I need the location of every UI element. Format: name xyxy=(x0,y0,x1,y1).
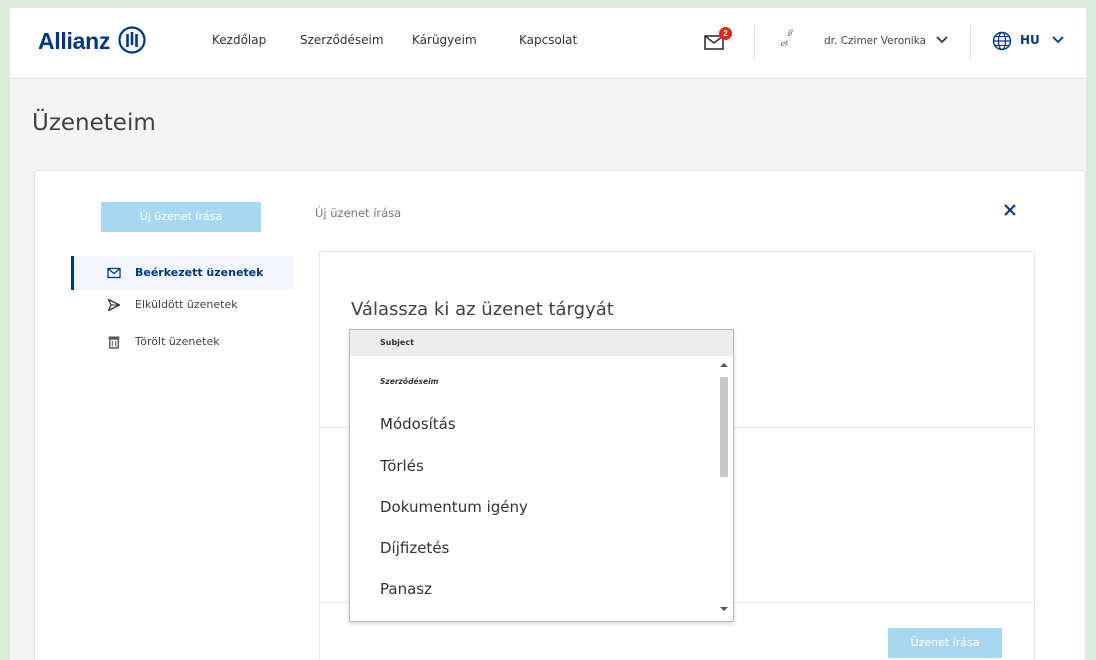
dropdown-option[interactable]: Törlés xyxy=(380,457,424,475)
page-title: Üzeneteim xyxy=(32,110,156,136)
user-avatar-signature: ℊ ℯℓ xyxy=(780,27,794,48)
header-divider xyxy=(754,25,755,59)
globe-icon[interactable] xyxy=(992,31,1012,51)
nav-kapcsolat[interactable]: Kapcsolat xyxy=(519,33,577,47)
allianz-logo-text[interactable]: Allianz xyxy=(38,28,110,55)
sidebar-item-inbox[interactable]: Beérkezett üzenetek xyxy=(71,256,294,290)
dropdown-group-label: Szerződéseim xyxy=(380,377,439,386)
nav-karugyeim[interactable]: Kárügyeim xyxy=(412,33,477,47)
top-header: Allianz Kezdőlap Szerződéseim Kárügyeim … xyxy=(10,8,1086,79)
user-name[interactable]: dr. Czimer Veronika xyxy=(824,35,926,47)
sidebar-item-label: Törölt üzenetek xyxy=(135,335,220,348)
dropdown-option[interactable]: Módosítás xyxy=(380,415,456,433)
send-icon xyxy=(107,298,121,312)
header-divider xyxy=(970,25,971,59)
envelope-icon xyxy=(107,267,121,279)
language-selector[interactable]: HU xyxy=(1020,33,1040,47)
scrollbar-thumb[interactable] xyxy=(720,377,728,477)
dropdown-option[interactable]: Dokumentum igény xyxy=(380,498,528,516)
dropdown-option[interactable]: Panasz xyxy=(380,580,432,598)
sidebar-item-deleted[interactable]: Törölt üzenetek xyxy=(71,335,291,369)
sidebar-item-label: Elküldött üzenetek xyxy=(135,298,238,311)
unread-badge: 2 xyxy=(719,27,732,40)
dropdown-selected-option[interactable]: Subject xyxy=(350,330,733,356)
sidebar-item-sent[interactable]: Elküldött üzenetek xyxy=(71,298,291,332)
subject-heading: Válassza ki az üzenet tárgyát xyxy=(351,299,614,320)
nav-kezdolap[interactable]: Kezdőlap xyxy=(212,33,266,47)
trash-icon xyxy=(108,336,120,349)
write-message-button[interactable]: Üzenet írása xyxy=(888,628,1002,658)
messages-button[interactable]: 2 xyxy=(704,27,734,54)
chevron-down-icon[interactable] xyxy=(1052,35,1064,45)
dropdown-option[interactable]: Díjfizetés xyxy=(380,539,449,557)
dropdown-scrollbar[interactable] xyxy=(716,358,732,620)
scroll-up-icon[interactable] xyxy=(720,362,728,368)
allianz-logo-icon[interactable] xyxy=(118,26,146,54)
sidebar-item-label: Beérkezett üzenetek xyxy=(135,266,264,279)
nav-szerzodeseim[interactable]: Szerződéseim xyxy=(300,33,384,47)
new-message-button[interactable]: Új üzenet írása xyxy=(101,202,261,232)
chevron-down-icon[interactable] xyxy=(936,35,948,45)
app-window: Allianz Kezdőlap Szerződéseim Kárügyeim … xyxy=(10,8,1086,660)
compose-breadcrumb: Új üzenet írása xyxy=(315,206,402,220)
close-icon[interactable] xyxy=(1003,203,1017,217)
subject-dropdown[interactable]: Subject Szerződéseim Módosítás Törlés Do… xyxy=(349,329,734,622)
scroll-down-icon[interactable] xyxy=(720,606,728,612)
